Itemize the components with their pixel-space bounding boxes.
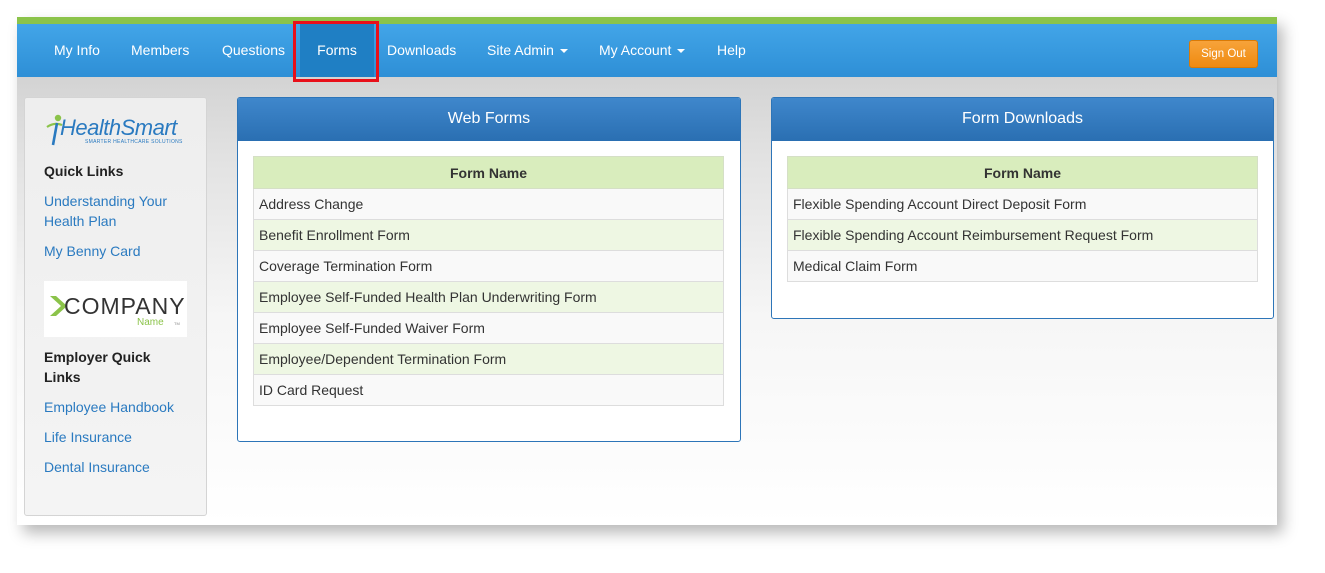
company-logo: COMPANY Name TM xyxy=(44,281,187,337)
table-row: Coverage Termination Form xyxy=(253,250,724,282)
nav-my-account[interactable]: My Account xyxy=(599,24,686,77)
nav-forms[interactable]: Forms xyxy=(300,24,374,77)
web-forms-panel: Web Forms Form Name Address Change Benef… xyxy=(237,97,741,442)
download-link-medical-claim[interactable]: Medical Claim Form xyxy=(793,258,917,274)
form-downloads-table: Form Name Flexible Spending Account Dire… xyxy=(787,156,1258,282)
table-row: Flexible Spending Account Reimbursement … xyxy=(787,219,1258,251)
nav-members[interactable]: Members xyxy=(131,24,189,77)
caret-down-icon xyxy=(677,49,686,54)
table-row: ID Card Request xyxy=(253,374,724,406)
link-my-benny-card[interactable]: My Benny Card xyxy=(44,241,140,261)
table-row: Medical Claim Form xyxy=(787,250,1258,282)
top-accent-stripe xyxy=(17,17,1277,24)
table-row: Benefit Enrollment Form xyxy=(253,219,724,251)
nav-site-admin[interactable]: Site Admin xyxy=(487,24,568,77)
web-forms-title: Web Forms xyxy=(238,98,740,141)
healthsmart-tagline: SMARTER HEALTHCARE SOLUTIONS xyxy=(85,139,183,145)
form-link-dependent-termination[interactable]: Employee/Dependent Termination Form xyxy=(259,351,506,367)
sign-out-button[interactable]: Sign Out xyxy=(1189,40,1258,68)
company-trademark: TM xyxy=(174,321,180,326)
link-life-insurance[interactable]: Life Insurance xyxy=(44,427,132,447)
nav-site-admin-label: Site Admin xyxy=(487,42,554,58)
caret-down-icon xyxy=(559,49,568,54)
form-downloads-column-header: Form Name xyxy=(787,156,1258,189)
form-downloads-title: Form Downloads xyxy=(772,98,1273,141)
download-link-fsa-direct-deposit[interactable]: Flexible Spending Account Direct Deposit… xyxy=(793,196,1086,212)
employer-quick-links-heading-line2: Links xyxy=(44,369,81,385)
main-navbar: My Info Members Questions Forms Download… xyxy=(17,24,1277,77)
web-forms-column-header: Form Name xyxy=(253,156,724,189)
company-wordmark: COMPANY xyxy=(64,293,186,319)
table-row: Employee Self-Funded Waiver Form xyxy=(253,312,724,344)
healthsmart-wordmark: HealthSmart xyxy=(60,115,177,140)
table-row: Employee Self-Funded Health Plan Underwr… xyxy=(253,281,724,313)
form-downloads-panel: Form Downloads Form Name Flexible Spendi… xyxy=(771,97,1274,319)
quick-links-heading: Quick Links xyxy=(44,163,124,179)
nav-downloads[interactable]: Downloads xyxy=(387,24,456,77)
table-row: Flexible Spending Account Direct Deposit… xyxy=(787,188,1258,220)
web-forms-table: Form Name Address Change Benefit Enrollm… xyxy=(253,156,724,406)
nav-help[interactable]: Help xyxy=(717,24,746,77)
table-row: Address Change xyxy=(253,188,724,220)
link-dental-insurance[interactable]: Dental Insurance xyxy=(44,457,150,477)
company-subname: Name xyxy=(137,317,164,328)
nav-my-account-label: My Account xyxy=(599,42,672,58)
app-window: My Info Members Questions Forms Download… xyxy=(17,17,1277,525)
link-understanding-your[interactable]: Understanding Your xyxy=(44,191,167,211)
sidebar: HealthSmart SMARTER HEALTHCARE SOLUTIONS… xyxy=(24,97,207,516)
link-health-plan[interactable]: Health Plan xyxy=(44,211,116,231)
form-link-benefit-enrollment[interactable]: Benefit Enrollment Form xyxy=(259,227,410,243)
form-link-self-funded-underwriting[interactable]: Employee Self-Funded Health Plan Underwr… xyxy=(259,289,597,305)
healthsmart-logo: HealthSmart SMARTER HEALTHCARE SOLUTIONS xyxy=(45,113,190,149)
link-employee-handbook[interactable]: Employee Handbook xyxy=(44,397,174,417)
form-link-id-card-request[interactable]: ID Card Request xyxy=(259,382,363,398)
nav-questions[interactable]: Questions xyxy=(222,24,285,77)
employer-quick-links-heading-line1: Employer Quick xyxy=(44,349,151,365)
table-row: Employee/Dependent Termination Form xyxy=(253,343,724,375)
download-link-fsa-reimbursement[interactable]: Flexible Spending Account Reimbursement … xyxy=(793,227,1153,243)
form-link-self-funded-waiver[interactable]: Employee Self-Funded Waiver Form xyxy=(259,320,485,336)
form-link-address-change[interactable]: Address Change xyxy=(259,196,363,212)
form-link-coverage-termination[interactable]: Coverage Termination Form xyxy=(259,258,432,274)
nav-my-info[interactable]: My Info xyxy=(54,24,100,77)
